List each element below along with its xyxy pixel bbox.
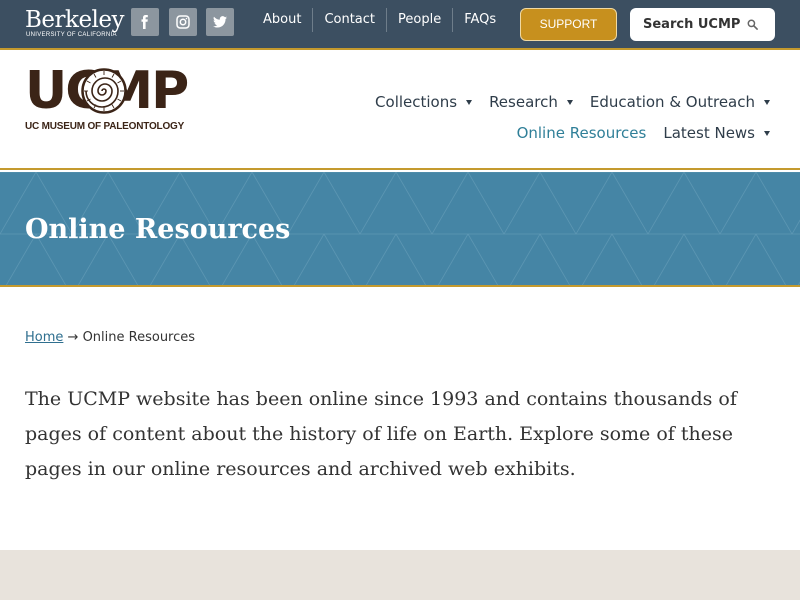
search-box [630, 8, 775, 41]
nav-item-latest-news[interactable]: Latest News [663, 123, 770, 144]
main-nav: Collections Research Education & Outreac… [250, 92, 770, 144]
footer-band [0, 550, 800, 600]
nav-item-collections[interactable]: Collections [375, 92, 473, 113]
breadcrumb-current: Online Resources [82, 330, 196, 345]
ucmp-logo-subtitle: UC MUSEUM OF PALEONTOLOGY [25, 121, 185, 132]
breadcrumb-home-link[interactable]: Home [25, 330, 63, 345]
nav-label: Online Resources [516, 124, 647, 142]
nav-label: Education & Outreach [589, 93, 755, 111]
ammonite-icon [81, 68, 127, 114]
nav-item-online-resources[interactable]: Online Resources [517, 123, 647, 144]
caret-down-icon [566, 100, 573, 105]
intro-paragraph: The UCMP website has been online since 1… [25, 388, 737, 480]
ucmp-logo[interactable]: UCMP UC MUSEUM OF PALEONTOLOGY [25, 64, 189, 134]
page-banner: Online Resources [0, 172, 800, 287]
caret-down-icon [764, 131, 770, 136]
berkeley-logo-subtitle: UNIVERSITY OF CALIFORNIA [26, 32, 117, 38]
instagram-icon [176, 15, 190, 29]
instagram-button[interactable] [169, 8, 197, 36]
facebook-button[interactable] [131, 8, 159, 36]
facebook-icon [138, 15, 152, 29]
utility-link-faqs[interactable]: FAQs [453, 8, 507, 32]
nav-label: Research [489, 93, 558, 111]
breadcrumb: Home → Online Resources [25, 330, 195, 345]
berkeley-logo-word: Berkeley [25, 7, 125, 33]
utility-nav: About Contact People FAQs [252, 8, 507, 32]
nav-item-research[interactable]: Research [489, 92, 573, 113]
twitter-icon [213, 16, 227, 28]
twitter-button[interactable] [206, 8, 234, 36]
caret-down-icon [466, 100, 473, 105]
caret-down-icon [764, 100, 770, 105]
utility-link-about[interactable]: About [252, 8, 314, 32]
site-header: UCMP UC MUSEUM OF PALEONTOLOGY Collectio… [0, 52, 800, 170]
breadcrumb-separator: → [67, 330, 79, 345]
utility-link-people[interactable]: People [387, 8, 454, 32]
nav-label: Latest News [663, 124, 755, 142]
search-icon[interactable] [742, 15, 762, 35]
support-ucmp-button[interactable]: SUPPORT UCMP [520, 8, 617, 62]
page-title: Online Resources [25, 214, 291, 245]
search-input[interactable] [630, 9, 742, 40]
nav-label: Collections [375, 93, 458, 111]
nav-item-education-outreach[interactable]: Education & Outreach [590, 92, 770, 113]
top-bar: Berkeley UNIVERSITY OF CALIFORNIA About … [0, 0, 800, 62]
utility-link-contact[interactable]: Contact [313, 8, 388, 32]
berkeley-logo[interactable]: Berkeley UNIVERSITY OF CALIFORNIA [25, 7, 125, 41]
